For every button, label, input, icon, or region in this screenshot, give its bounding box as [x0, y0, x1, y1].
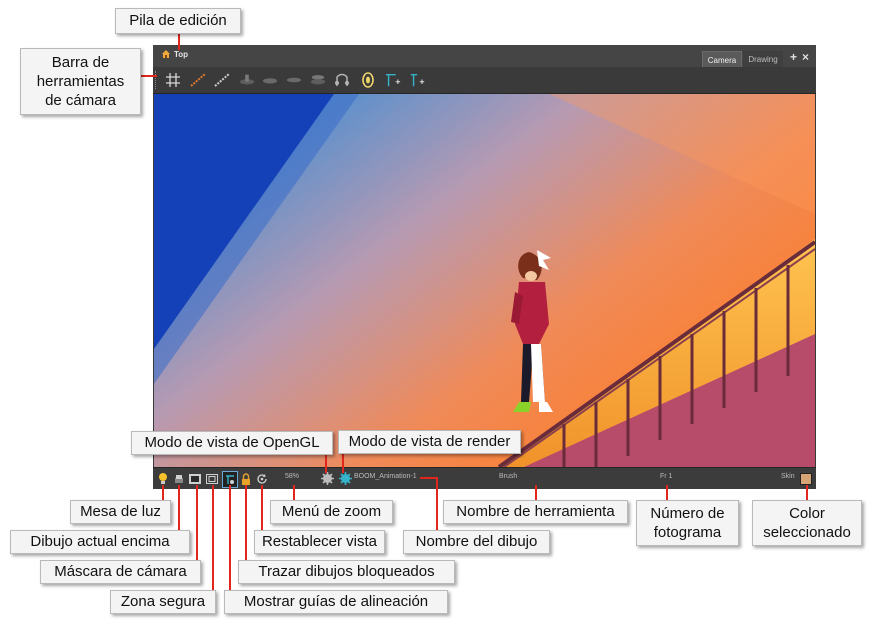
- drawing-name: BOOM_Animation-1: [354, 473, 417, 480]
- gear-icon: [320, 472, 334, 485]
- callout-frame-number: Número de fotograma: [636, 500, 739, 546]
- callout-opengl-view: Modo de vista de OpenGL: [131, 431, 333, 455]
- layers-icon: [175, 474, 183, 483]
- tool-name: Brush: [499, 473, 518, 480]
- lock-icon: [242, 472, 250, 485]
- grid-icon[interactable]: [165, 72, 181, 88]
- callout-camera-toolbar: Barra de herramientas de cámara: [20, 48, 141, 115]
- scene-artwork: [154, 94, 815, 467]
- close-view-button[interactable]: ×: [802, 50, 809, 64]
- callout-alignment-guides: Mostrar guías de alineación: [224, 590, 448, 614]
- render-gear-icon: [338, 472, 352, 485]
- callout-tool-name: Nombre de herramienta: [443, 500, 628, 524]
- view-titlebar: Top Camera Drawing + ×: [153, 45, 816, 68]
- callout-reset-view: Restablecer vista: [254, 530, 385, 554]
- disc-icon[interactable]: [239, 72, 255, 88]
- disc-flat-icon[interactable]: [262, 72, 278, 88]
- leader-reset-view: [261, 485, 263, 531]
- leader-drawing-name-v: [436, 477, 438, 531]
- light-table-button[interactable]: [156, 471, 170, 486]
- onion-locked-button[interactable]: [239, 471, 253, 486]
- callout-edit-stack: Pila de edición: [115, 8, 241, 34]
- leader-tool-name: [535, 485, 537, 501]
- callout-selected-color: Color seleccionado: [752, 500, 862, 546]
- selected-color-swatch[interactable]: [800, 473, 812, 485]
- scale-icon[interactable]: [334, 72, 350, 88]
- disc-stack-icon[interactable]: [310, 72, 326, 88]
- callout-drawing-name: Nombre del dibujo: [403, 530, 550, 554]
- leader-frame-number: [666, 485, 668, 501]
- light-icon[interactable]: [360, 72, 376, 88]
- leader-current-on-top: [178, 485, 180, 531]
- leader-render: [342, 452, 344, 473]
- view-statusbar: 58% BOOM_Animation-1 Brush Fr 1 Skin: [153, 467, 816, 489]
- callout-light-table: Mesa de luz: [70, 500, 171, 524]
- safe-area-icon: [206, 473, 218, 484]
- tab-camera[interactable]: Camera: [702, 51, 742, 68]
- leader-selected-color: [806, 485, 808, 501]
- callout-camera-mask: Máscara de cámara: [40, 560, 201, 584]
- callout-render-view: Modo de vista de render: [338, 430, 521, 454]
- edit-stack[interactable]: Top: [161, 49, 188, 59]
- safe-area-button[interactable]: [205, 471, 219, 486]
- frame-number: Fr 1: [660, 473, 673, 480]
- callout-current-on-top: Dibujo actual encima: [10, 530, 190, 554]
- render-view-button[interactable]: [337, 471, 353, 486]
- reset-view-icon: [257, 473, 267, 484]
- toolbar-grip[interactable]: [155, 71, 159, 89]
- bulb-icon: [159, 473, 167, 484]
- add-guide-vertical-icon[interactable]: [410, 72, 426, 88]
- reset-view-button[interactable]: [255, 471, 269, 486]
- home-icon: [162, 50, 170, 58]
- camera-toolbar: [153, 67, 816, 94]
- camera-view-window: Top Camera Drawing + × 58% BOOM_Animatio…: [153, 45, 816, 489]
- leader-zoom: [293, 485, 295, 501]
- leader-light-table: [162, 485, 164, 501]
- mask-icon: [189, 473, 201, 484]
- callout-zoom-menu: Menú de zoom: [270, 500, 393, 524]
- camera-mask-button[interactable]: [188, 471, 202, 486]
- zoom-menu[interactable]: 58%: [285, 473, 299, 480]
- opengl-view-button[interactable]: [319, 471, 335, 486]
- leader-camera-toolbar: [141, 75, 157, 77]
- tab-drawing[interactable]: Drawing: [743, 51, 783, 67]
- leader-onion-locked: [245, 485, 247, 561]
- guides-icon: [226, 474, 234, 484]
- edit-stack-label: Top: [174, 49, 189, 59]
- selected-color-name: Skin: [781, 473, 795, 480]
- leader-opengl: [325, 452, 327, 473]
- callout-onion-locked: Trazar dibujos bloqueados: [238, 560, 455, 584]
- leader-camera-mask: [196, 485, 198, 561]
- disc-thin-icon[interactable]: [286, 72, 302, 88]
- scene-viewport[interactable]: [154, 94, 815, 467]
- current-drawing-on-top-button[interactable]: [173, 471, 185, 486]
- callout-safe-area: Zona segura: [110, 590, 216, 614]
- add-view-button[interactable]: +: [790, 50, 797, 64]
- add-guide-icon[interactable]: [385, 72, 401, 88]
- onion-skin-icon[interactable]: [190, 72, 206, 88]
- leader-edit-stack: [178, 34, 180, 50]
- leader-safe-area: [212, 485, 214, 591]
- onion-skin-lines-icon[interactable]: [214, 72, 230, 88]
- leader-alignment-guides: [229, 485, 231, 591]
